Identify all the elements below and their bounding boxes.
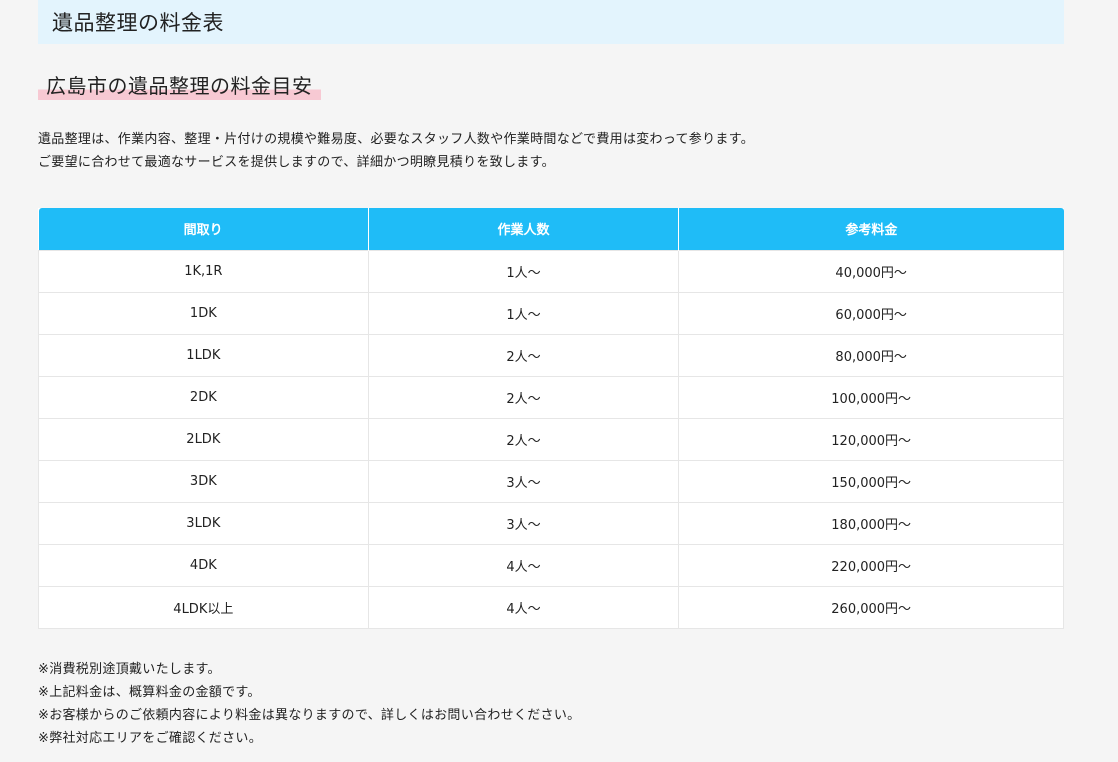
notes: ※消費税別途頂戴いたします。 ※上記料金は、概算料金の金額です。 ※お客様からの… (38, 658, 1038, 750)
cell-price: 40,000円～ (678, 249, 1064, 293)
cell-workers: 4人～ (367, 585, 680, 629)
cell-workers: 3人～ (367, 459, 680, 503)
cell-price: 220,000円～ (678, 543, 1064, 587)
intro-line: 遺品整理は、作業内容、整理・片付けの規模や難易度、必要なスタッフ人数や作業時間な… (38, 132, 754, 147)
table-row: 3LDK 3人～ 180,000円～ (38, 501, 1064, 545)
section-title: 遺品整理の料金表 (52, 11, 224, 35)
page: 遺品整理の料金表 広島市の遺品整理の料金目安 遺品整理は、作業内容、整理・片付け… (0, 0, 1118, 762)
cell-price: 100,000円～ (678, 375, 1064, 419)
cell-layout: 2DK (38, 375, 369, 419)
note-item: ※お客様からのご依頼内容により料金は異なりますので、詳しくはお問い合わせください… (38, 708, 581, 723)
cell-layout: 1DK (38, 291, 369, 335)
price-table: 間取り 作業人数 参考料金 1K,1R 1人～ 40,000円～ 1DK 1人～… (38, 208, 1064, 629)
cell-layout: 4DK (38, 543, 369, 587)
table-row: 1K,1R 1人～ 40,000円～ (38, 249, 1064, 293)
table-row: 1DK 1人～ 60,000円～ (38, 291, 1064, 335)
cell-price: 180,000円～ (678, 501, 1064, 545)
note-item: ※消費税別途頂戴いたします。 (38, 662, 221, 677)
cell-workers: 3人～ (367, 501, 680, 545)
cell-price: 60,000円～ (678, 291, 1064, 335)
cell-workers: 2人～ (367, 417, 680, 461)
cell-layout: 3DK (38, 459, 369, 503)
cell-price: 260,000円～ (678, 585, 1064, 629)
intro-line: ご要望に合わせて最適なサービスを提供しますので、詳細かつ明瞭見積りを致します。 (38, 155, 555, 170)
note-item: ※弊社対応エリアをご確認ください。 (38, 731, 262, 746)
header-layout: 間取り (38, 208, 369, 250)
cell-layout: 1K,1R (38, 249, 369, 293)
cell-layout: 3LDK (38, 501, 369, 545)
sub-heading: 広島市の遺品整理の料金目安 (38, 72, 321, 100)
header-price: 参考料金 (678, 208, 1064, 250)
table-row: 4DK 4人～ 220,000円～ (38, 543, 1064, 587)
cell-layout: 4LDK以上 (38, 585, 369, 629)
cell-layout: 2LDK (38, 417, 369, 461)
cell-price: 120,000円～ (678, 417, 1064, 461)
table-row: 3DK 3人～ 150,000円～ (38, 459, 1064, 503)
cell-price: 150,000円～ (678, 459, 1064, 503)
header-workers: 作業人数 (368, 208, 680, 250)
table-header-row: 間取り 作業人数 参考料金 (38, 208, 1064, 250)
cell-price: 80,000円～ (678, 333, 1064, 377)
cell-workers: 2人～ (367, 333, 680, 377)
cell-workers: 2人～ (367, 375, 680, 419)
cell-workers: 1人～ (367, 249, 680, 293)
section-header: 遺品整理の料金表 (38, 0, 1064, 44)
cell-workers: 1人～ (367, 291, 680, 335)
intro-text: 遺品整理は、作業内容、整理・片付けの規模や難易度、必要なスタッフ人数や作業時間な… (38, 128, 1038, 174)
cell-workers: 4人～ (367, 543, 680, 587)
table-row: 2DK 2人～ 100,000円～ (38, 375, 1064, 419)
table-row: 2LDK 2人～ 120,000円～ (38, 417, 1064, 461)
table-row: 1LDK 2人～ 80,000円～ (38, 333, 1064, 377)
note-item: ※上記料金は、概算料金の金額です。 (38, 685, 261, 700)
table-row: 4LDK以上 4人～ 260,000円～ (38, 585, 1064, 629)
cell-layout: 1LDK (38, 333, 369, 377)
